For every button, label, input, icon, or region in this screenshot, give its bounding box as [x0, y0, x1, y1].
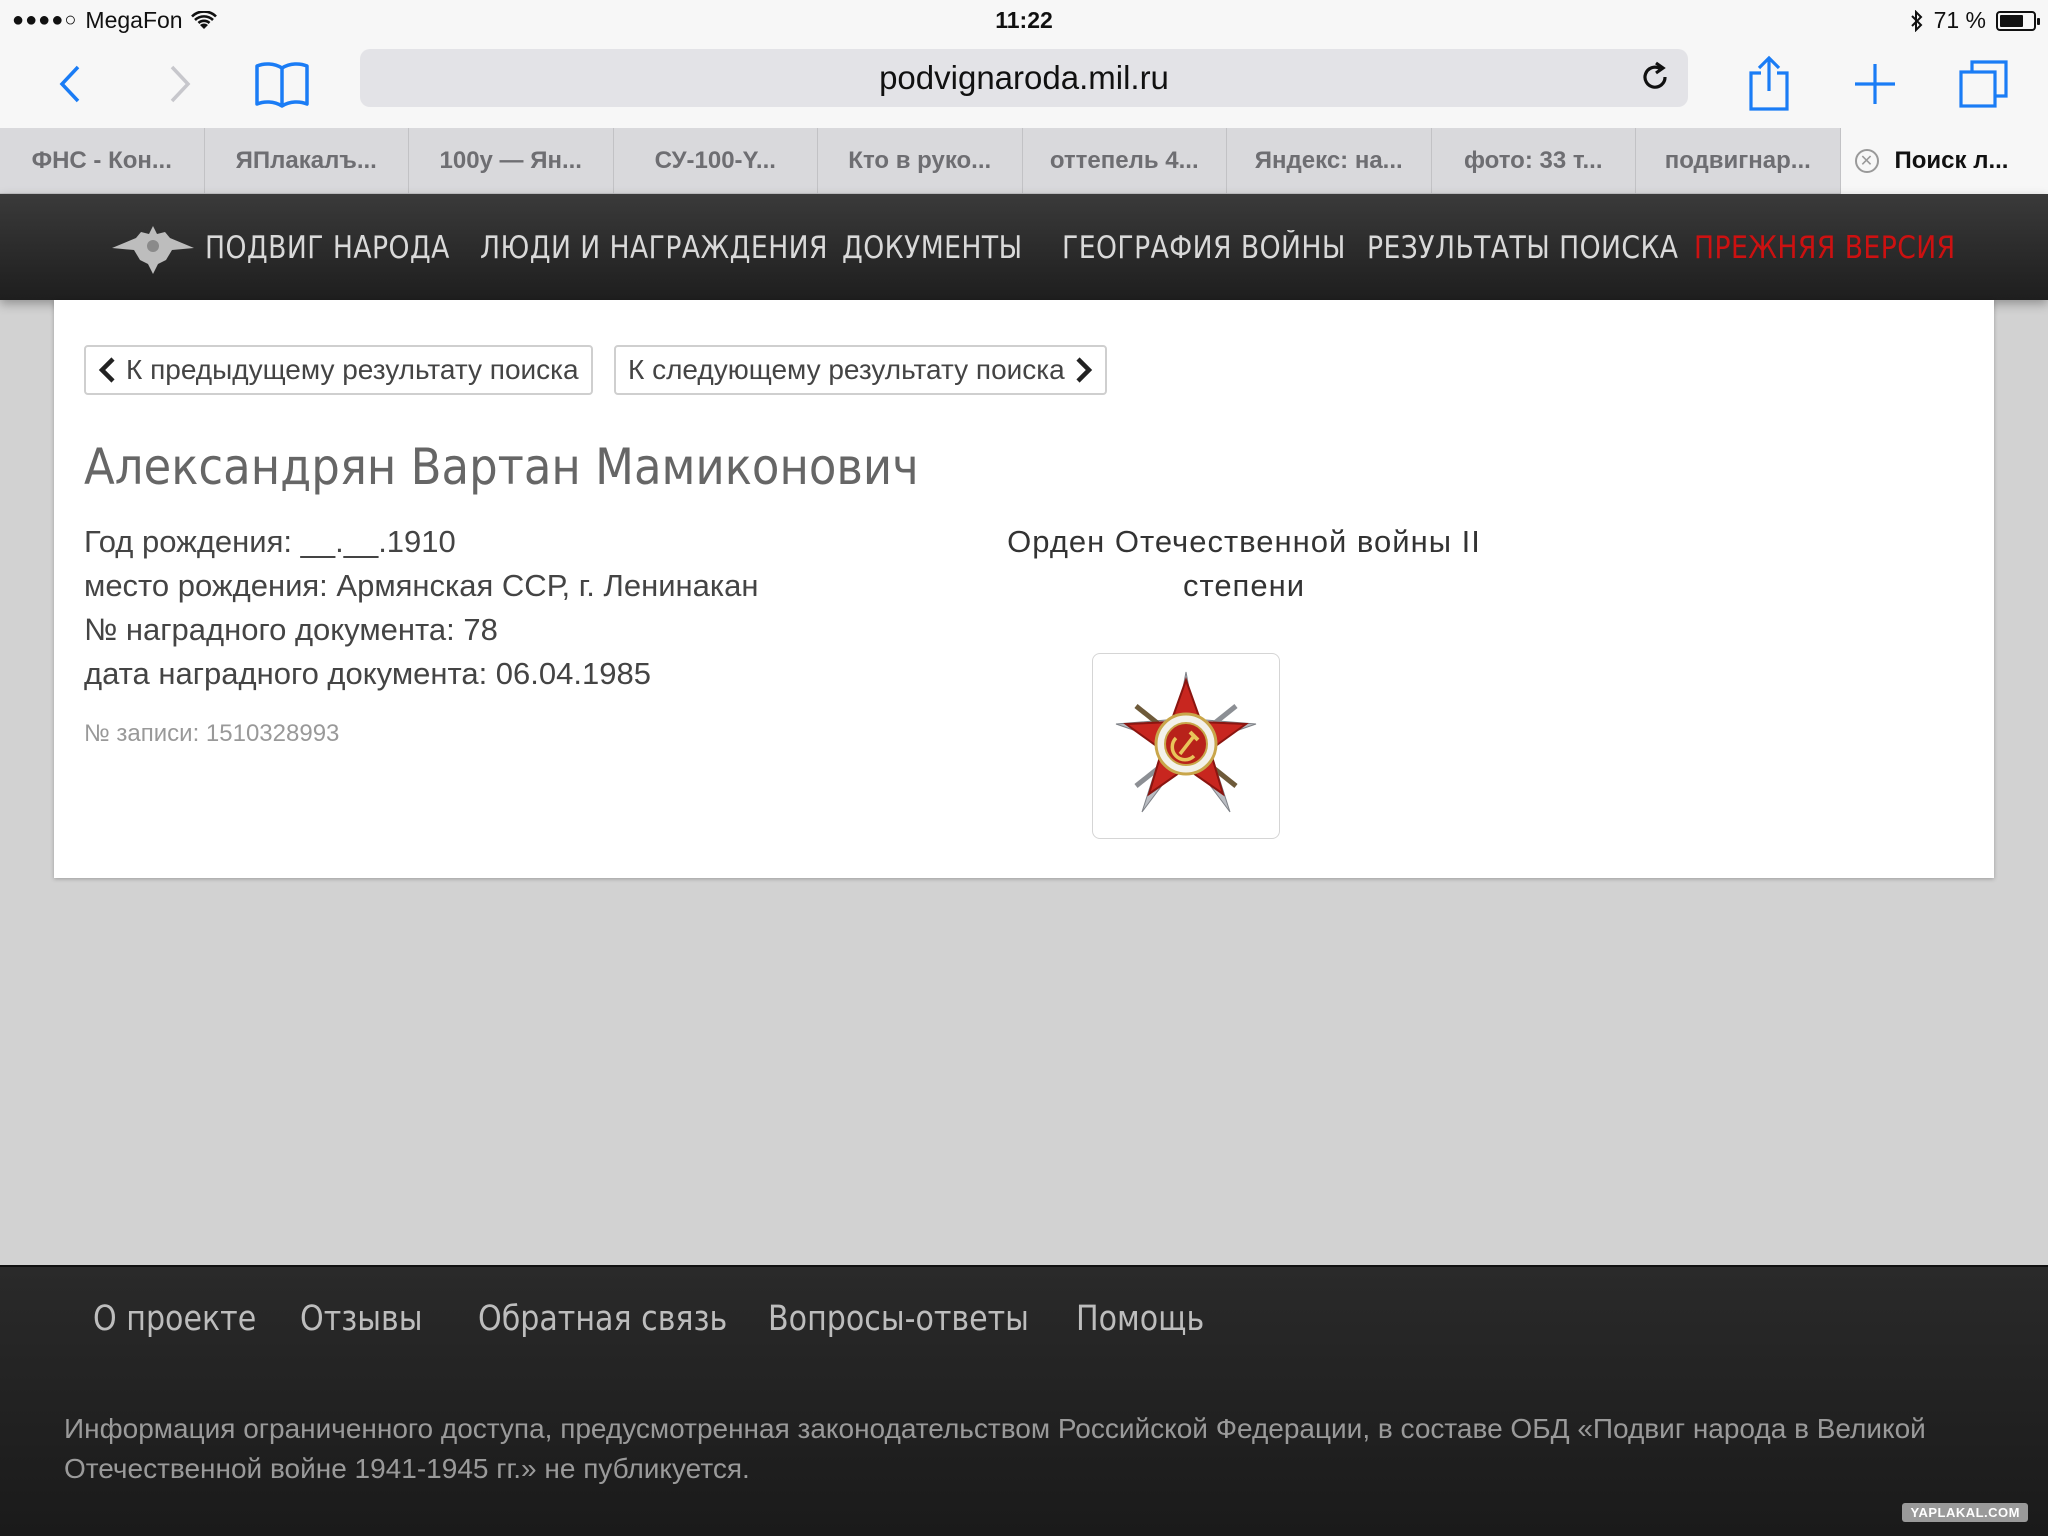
nav-item-people[interactable]: ЛЮДИ И НАГРАЖДЕНИЯ — [480, 230, 828, 266]
browser-tab[interactable]: подвигнар... — [1636, 128, 1841, 194]
prev-result-label: К предыдущему результату поиска — [126, 354, 579, 385]
clock: 11:22 — [995, 7, 1053, 33]
footer-link-reviews[interactable]: Отзывы — [300, 1299, 423, 1339]
back-button[interactable] — [48, 48, 92, 120]
browser-tab[interactable]: ФНС - Кон... — [0, 128, 205, 194]
chevron-left-icon — [59, 65, 80, 103]
browser-tab[interactable]: 100y — Ян... — [409, 128, 614, 194]
prev-result-button[interactable]: К предыдущему результату поиска — [84, 345, 593, 395]
birth-place: место рождения: Армянская ССР, г. Ленина… — [84, 568, 759, 603]
plus-icon — [1855, 64, 1895, 104]
nav-item-search-results[interactable]: РЕЗУЛЬТАТЫ ПОИСКА — [1367, 230, 1678, 266]
browser-tab[interactable]: ЯПлакалъ... — [205, 128, 409, 194]
browser-toolbar: podvignaroda.mil.ru — [0, 40, 2048, 128]
person-name: Александрян Вартан Мамиконович — [84, 438, 919, 496]
bookmarks-button[interactable] — [250, 48, 314, 120]
nav-item-home[interactable]: ПОДВИГ НАРОДА — [205, 230, 450, 266]
footer-link-feedback[interactable]: Обратная связь — [478, 1299, 727, 1339]
award-doc-date: дата наградного документа: 06.04.1985 — [84, 656, 651, 691]
footer-notice-line: Информация ограниченного доступа, предус… — [64, 1413, 1926, 1444]
reload-icon — [1643, 61, 1667, 89]
next-result-button[interactable]: К следующему результату поиска — [614, 345, 1107, 395]
tab-label: ЯПлакалъ... — [235, 147, 377, 174]
browser-tab[interactable]: фото: 33 т... — [1432, 128, 1636, 194]
footer-link-about[interactable]: О проекте — [93, 1299, 256, 1339]
site-nav: ПОДВИГ НАРОДА ЛЮДИ И НАГРАЖДЕНИЯ ДОКУМЕН… — [0, 194, 2048, 300]
tab-strip: ФНС - Кон... ЯПлакалъ... 100y — Ян... СУ… — [0, 128, 2048, 194]
battery-icon — [1996, 10, 2040, 31]
forward-button[interactable] — [158, 48, 202, 120]
tab-label: подвигнар... — [1664, 147, 1811, 174]
footer-notice: Информация ограниченного доступа, предус… — [64, 1409, 1944, 1489]
chevron-right-icon — [170, 65, 191, 103]
tabs-button[interactable] — [1956, 48, 2012, 120]
record-card: К предыдущему результату поиска К следую… — [54, 300, 1994, 878]
footer-link-faq[interactable]: Вопросы-ответы — [768, 1299, 1029, 1339]
birth-year: Год рождения: __.__.1910 — [84, 524, 456, 559]
browser-tab[interactable]: оттепель 4... — [1023, 128, 1227, 194]
share-icon — [1749, 55, 1789, 111]
chevron-right-icon — [1076, 357, 1092, 383]
status-bar: ●●●●○ MegaFon 11:22 71 % — [0, 0, 2048, 40]
status-right: 71 % — [1910, 7, 2040, 34]
award-title: Орден Отечественной войны II степени — [914, 520, 1574, 608]
nav-item-geography[interactable]: ГЕОГРАФИЯ ВОЙНЫ — [1062, 230, 1346, 266]
tab-label: фото: 33 т... — [1463, 147, 1603, 174]
award-title-line: Орден Отечественной войны II — [1007, 524, 1481, 559]
footer-link-help[interactable]: Помощь — [1076, 1299, 1204, 1339]
tab-label: Кто в руко... — [848, 147, 992, 174]
close-tab-button[interactable]: ✕ — [1854, 149, 1879, 173]
browser-tab[interactable]: Яндекс: на... — [1227, 128, 1432, 194]
record-number: № записи: 1510328993 — [84, 720, 340, 747]
watermark-logo: YAPLAKAL.COM — [1902, 1503, 2028, 1522]
tab-label: ФНС - Кон... — [31, 147, 172, 174]
tab-label: оттепель 4... — [1049, 147, 1199, 174]
browser-tab[interactable]: СУ-100-Y... — [614, 128, 818, 194]
award-doc-number: № наградного документа: 78 — [84, 612, 498, 647]
tab-label: 100y — Ян... — [439, 147, 582, 174]
tab-label: СУ-100-Y... — [654, 147, 776, 174]
url-text: podvignaroda.mil.ru — [879, 59, 1169, 96]
battery-percent: 71 % — [1933, 7, 1986, 33]
award-title-line: степени — [1182, 568, 1306, 603]
person-info: Год рождения: __.__.1910 место рождения:… — [84, 520, 758, 696]
footer-notice-line: Отечественной войне 1941-1945 гг.» не пу… — [64, 1453, 750, 1484]
award-image[interactable] — [1092, 653, 1280, 839]
book-icon — [255, 62, 309, 108]
share-button[interactable] — [1744, 48, 1794, 120]
next-result-label: К следующему результату поиска — [628, 354, 1065, 385]
browser-tab-active[interactable]: ✕ Поиск л... — [1840, 128, 2048, 194]
browser-tab[interactable]: Кто в руко... — [818, 128, 1023, 194]
reload-button[interactable] — [1638, 60, 1672, 102]
chevron-left-icon — [98, 357, 115, 383]
new-tab-button[interactable] — [1852, 48, 1898, 120]
tabs-icon — [1959, 60, 2008, 108]
nav-item-documents[interactable]: ДОКУМЕНТЫ — [842, 230, 1023, 266]
tab-label: Яндекс: на... — [1254, 147, 1403, 174]
address-bar[interactable]: podvignaroda.mil.ru — [360, 49, 1688, 107]
tab-label: Поиск л... — [1894, 147, 2009, 174]
bluetooth-icon — [1910, 9, 1922, 32]
nav-item-old-version[interactable]: ПРЕЖНЯЯ ВЕРСИЯ — [1694, 230, 1956, 266]
battery-level — [2000, 14, 2023, 27]
close-icon: ✕ — [1859, 153, 1874, 170]
order-patriotic-war-icon — [1115, 671, 1257, 813]
site-footer: О проекте Отзывы Обратная связь Вопросы-… — [0, 1265, 2048, 1536]
eagle-emblem-icon — [112, 226, 194, 274]
